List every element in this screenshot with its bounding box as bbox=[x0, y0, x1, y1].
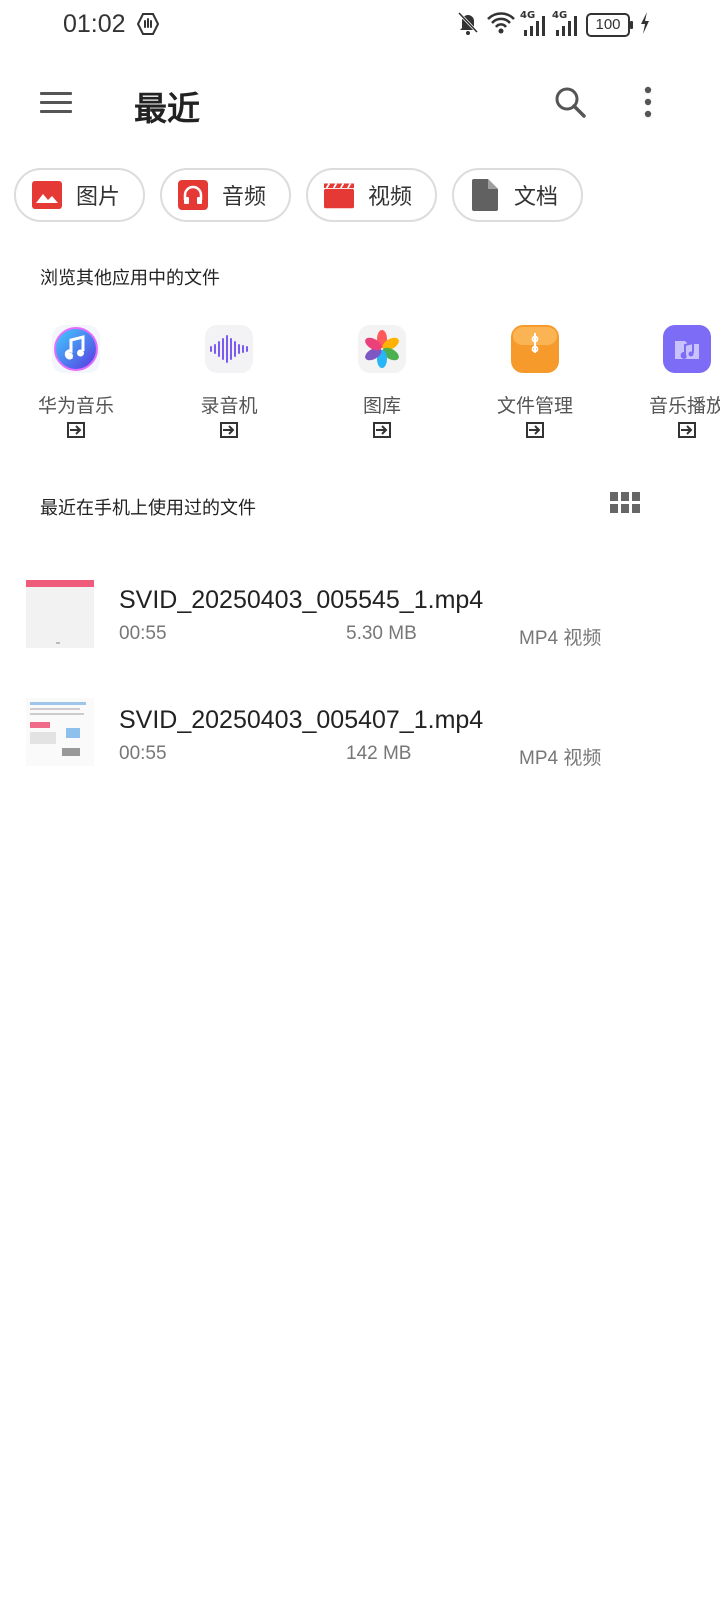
app-label: 文件管理 bbox=[496, 395, 573, 417]
chip-documents[interactable]: 文档 bbox=[452, 168, 583, 222]
hand-icon bbox=[136, 12, 160, 40]
menu-icon[interactable] bbox=[40, 86, 80, 122]
app-label: 录音机 bbox=[200, 395, 258, 417]
music-folder-icon bbox=[663, 325, 711, 373]
wifi-icon bbox=[486, 11, 516, 39]
app-gallery[interactable]: 图库 bbox=[307, 325, 457, 438]
app-label: 音乐播放 bbox=[648, 395, 720, 417]
document-icon bbox=[470, 179, 500, 211]
status-icons: 4G 4G 100 bbox=[456, 10, 650, 40]
sound-wave-icon bbox=[205, 325, 253, 373]
chip-label: 视频 bbox=[368, 185, 413, 210]
signal-icon-2: 4G bbox=[552, 10, 580, 36]
gallery-pinwheel-icon bbox=[358, 325, 406, 373]
signal-icon-1: 4G bbox=[520, 10, 548, 36]
category-chips: 图片 音频 视频 文档 bbox=[14, 168, 583, 222]
chip-audio[interactable]: 音频 bbox=[160, 168, 291, 222]
app-recorder[interactable]: 录音机 bbox=[154, 325, 304, 438]
file-name: SVID_20250403_005407_1.mp4 bbox=[119, 706, 484, 734]
app-label: 图库 bbox=[362, 395, 401, 417]
video-thumbnail bbox=[26, 698, 94, 766]
file-size: 5.30 MB bbox=[346, 623, 417, 644]
chip-label: 文档 bbox=[514, 185, 559, 210]
search-icon[interactable] bbox=[552, 84, 592, 124]
recent-section-title: 最近在手机上使用过的文件 bbox=[40, 498, 256, 519]
open-external-icon bbox=[307, 422, 457, 438]
app-music-player[interactable]: 音乐播放 bbox=[612, 325, 720, 438]
image-icon bbox=[32, 180, 62, 210]
open-external-icon bbox=[154, 422, 304, 438]
file-name: SVID_20250403_005545_1.mp4 bbox=[119, 586, 484, 614]
charging-icon bbox=[640, 12, 650, 38]
battery-indicator: 100 bbox=[586, 13, 633, 37]
chip-label: 音频 bbox=[222, 185, 267, 210]
browse-section-title: 浏览其他应用中的文件 bbox=[40, 268, 220, 289]
video-thumbnail bbox=[26, 580, 94, 648]
folder-icon bbox=[511, 325, 559, 373]
grid-view-icon[interactable] bbox=[610, 492, 642, 516]
top-app-bar: 最近 bbox=[0, 70, 720, 136]
status-time: 01:02 bbox=[63, 10, 126, 38]
page-title: 最近 bbox=[134, 89, 200, 128]
chip-images[interactable]: 图片 bbox=[14, 168, 145, 222]
file-type: MP4 视频 bbox=[519, 628, 602, 649]
headphones-icon bbox=[178, 180, 208, 210]
app-shortcuts: 华为音乐 录音机 图库 文件管理 音乐播放 bbox=[0, 325, 720, 455]
chip-video[interactable]: 视频 bbox=[306, 168, 437, 222]
app-label: 华为音乐 bbox=[37, 395, 114, 417]
music-note-icon bbox=[52, 325, 100, 373]
bell-off-icon bbox=[456, 10, 480, 40]
file-duration: 00:55 bbox=[119, 623, 167, 644]
file-row[interactable]: SVID_20250403_005407_1.mp4 00:55 142 MB … bbox=[0, 690, 720, 780]
app-file-manager[interactable]: 文件管理 bbox=[460, 325, 610, 438]
open-external-icon bbox=[460, 422, 610, 438]
network-type-2: 4G bbox=[552, 10, 568, 21]
clapperboard-icon bbox=[324, 180, 354, 210]
file-size: 142 MB bbox=[346, 743, 412, 764]
file-duration: 00:55 bbox=[119, 743, 167, 764]
open-external-icon bbox=[1, 422, 151, 438]
status-bar: 01:02 4G 4G 100 bbox=[0, 0, 720, 50]
app-huawei-music[interactable]: 华为音乐 bbox=[1, 325, 151, 438]
chip-label: 图片 bbox=[76, 185, 121, 210]
more-options-icon[interactable] bbox=[638, 84, 658, 124]
file-row[interactable]: SVID_20250403_005545_1.mp4 00:55 5.30 MB… bbox=[0, 570, 720, 660]
file-type: MP4 视频 bbox=[519, 748, 602, 769]
open-external-icon bbox=[612, 422, 720, 438]
network-type-1: 4G bbox=[520, 10, 536, 21]
